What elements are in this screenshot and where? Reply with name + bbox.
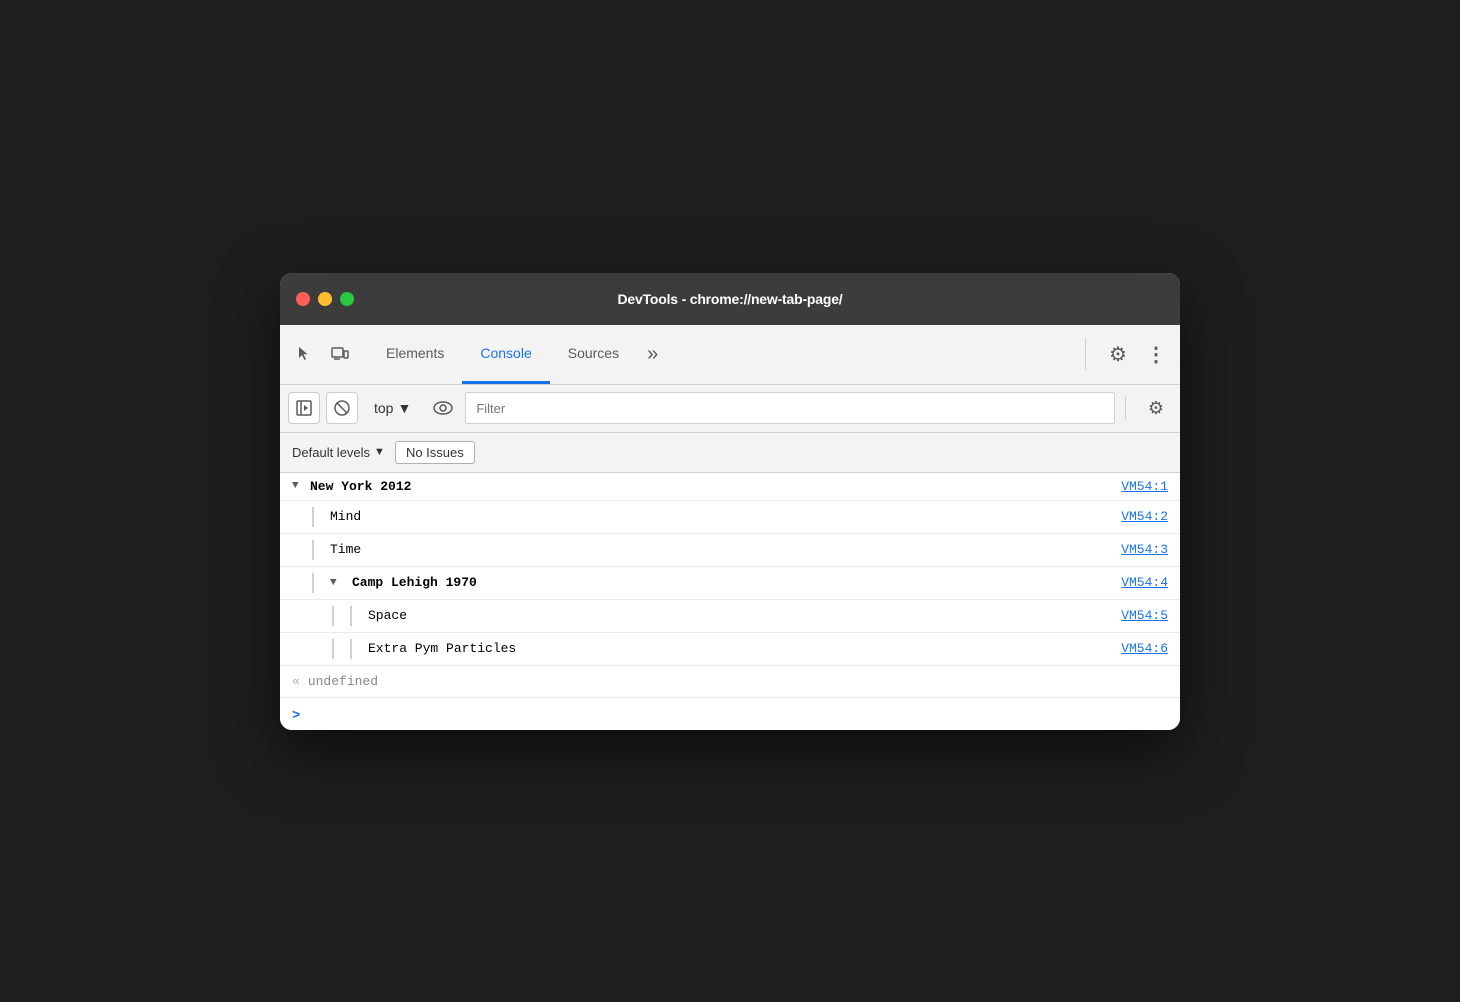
console-input[interactable] (308, 706, 1168, 721)
toolbar-icons (288, 338, 356, 370)
clear-console-button[interactable] (326, 392, 358, 424)
undefined-row: « undefined (280, 666, 1180, 698)
indent-bar-2 (312, 507, 314, 527)
inspect-element-button[interactable] (288, 338, 320, 370)
row-text-1: New York 2012 (310, 479, 411, 494)
row-text-4: Camp Lehigh 1970 (352, 575, 477, 590)
row-link-5[interactable]: VM54:5 (1121, 608, 1168, 623)
indent-bar-5a (332, 606, 334, 626)
show-sidebar-button[interactable] (288, 392, 320, 424)
expand-arrow-1[interactable]: ▼ (292, 480, 304, 492)
minimize-button[interactable] (318, 292, 332, 306)
row-link-2[interactable]: VM54:2 (1121, 509, 1168, 524)
row-text-2: Mind (330, 509, 361, 524)
console-row-1: ▼ New York 2012 VM54:1 (280, 473, 1180, 501)
row-link-3[interactable]: VM54:3 (1121, 542, 1168, 557)
more-options-button[interactable]: ⋮ (1140, 338, 1172, 370)
window-title: DevTools - chrome://new-tab-page/ (618, 291, 843, 307)
console-row-6: Extra Pym Particles VM54:6 (280, 633, 1180, 666)
device-mode-button[interactable] (324, 338, 356, 370)
console-output: ▼ New York 2012 VM54:1 Mind VM54:2 Time (280, 473, 1180, 730)
tabs-bar: Elements Console Sources » ⚙ ⋮ (280, 325, 1180, 385)
levels-bar: Default levels ▼ No Issues (280, 433, 1180, 473)
default-levels-dropdown[interactable]: Default levels ▼ (292, 445, 385, 460)
return-value-icon: « (292, 674, 300, 689)
maximize-button[interactable] (340, 292, 354, 306)
devtools-body: Elements Console Sources » ⚙ ⋮ (280, 325, 1180, 730)
indent-bar-6b (350, 639, 352, 659)
indent-bar-4 (312, 573, 314, 593)
titlebar: DevTools - chrome://new-tab-page/ (280, 273, 1180, 325)
console-toolbar: top ▼ ⚙ (280, 385, 1180, 433)
prompt-row[interactable]: > (280, 698, 1180, 730)
more-tabs-button[interactable]: » (637, 325, 668, 384)
console-row-2: Mind VM54:2 (280, 501, 1180, 534)
indent-bar-6a (332, 639, 334, 659)
console-row-3: Time VM54:3 (280, 534, 1180, 567)
row-text-3: Time (330, 542, 361, 557)
divider (1125, 396, 1126, 420)
row-text-6: Extra Pym Particles (368, 641, 516, 656)
tab-console[interactable]: Console (462, 325, 549, 384)
expand-arrow-4[interactable]: ▼ (330, 577, 342, 589)
indent-bar-5b (350, 606, 352, 626)
row-text-5: Space (368, 608, 407, 623)
settings-button[interactable]: ⚙ (1102, 338, 1134, 370)
context-dropdown[interactable]: top ▼ (364, 396, 421, 420)
row-link-1[interactable]: VM54:1 (1121, 479, 1168, 494)
main-tabs: Elements Console Sources » (368, 325, 1085, 384)
undefined-text: undefined (308, 674, 378, 689)
console-settings-button[interactable]: ⚙ (1140, 392, 1172, 424)
row-link-6[interactable]: VM54:6 (1121, 641, 1168, 656)
close-button[interactable] (296, 292, 310, 306)
prompt-chevron: > (292, 706, 300, 722)
tab-elements[interactable]: Elements (368, 325, 462, 384)
indent-bar-3 (312, 540, 314, 560)
filter-input[interactable] (465, 392, 1115, 424)
devtools-window: DevTools - chrome://new-tab-page/ (280, 273, 1180, 730)
no-issues-button[interactable]: No Issues (395, 441, 475, 464)
console-row-4: ▼ Camp Lehigh 1970 VM54:4 (280, 567, 1180, 600)
tabs-right-icons: ⚙ ⋮ (1085, 338, 1172, 370)
console-row-5: Space VM54:5 (280, 600, 1180, 633)
tab-sources[interactable]: Sources (550, 325, 637, 384)
traffic-lights (296, 292, 354, 306)
live-expressions-button[interactable] (427, 392, 459, 424)
row-link-4[interactable]: VM54:4 (1121, 575, 1168, 590)
